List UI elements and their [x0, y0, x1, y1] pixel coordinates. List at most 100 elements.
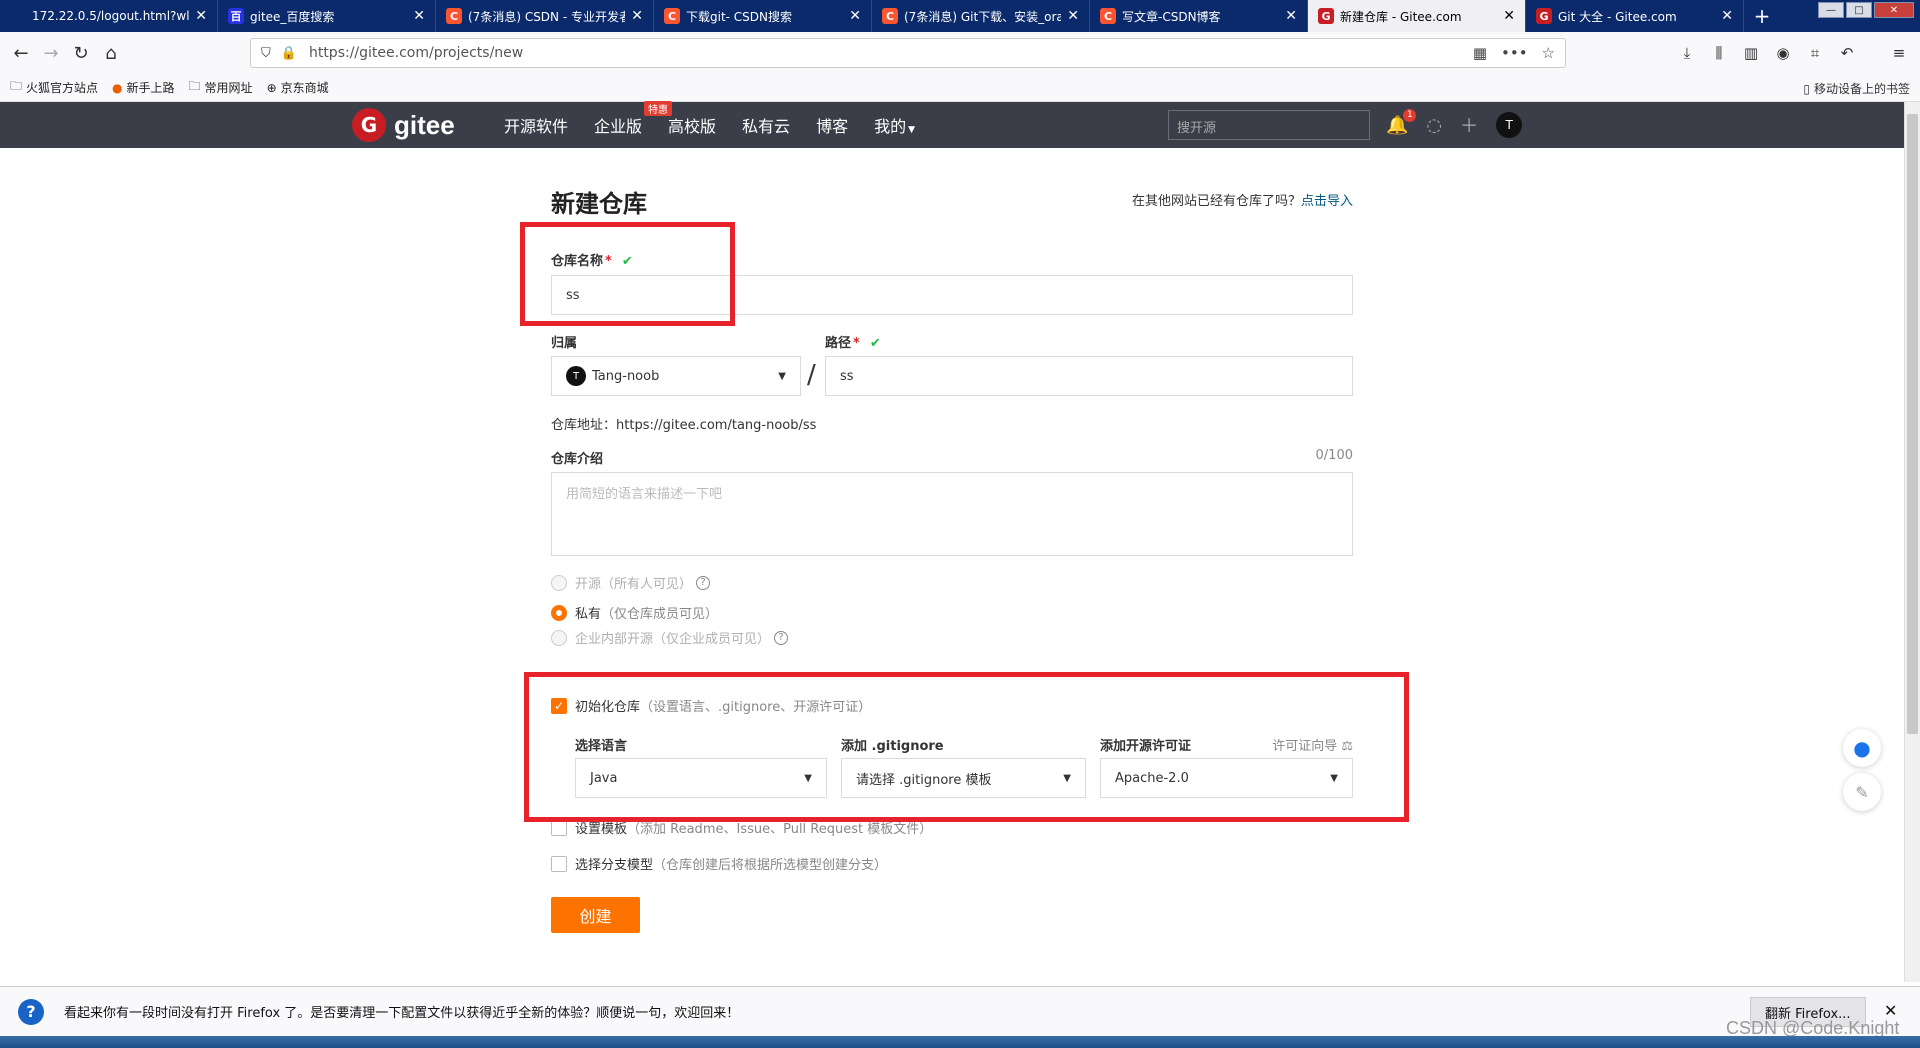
close-icon[interactable]: ✕	[195, 8, 207, 24]
owner-avatar: T	[566, 366, 586, 386]
url-text[interactable]: https://gitee.com/projects/new	[309, 45, 1459, 61]
visibility-private[interactable]: 私有 （仅仓库成员可见）	[551, 603, 718, 622]
scrollbar-thumb[interactable]	[1907, 114, 1918, 734]
user-avatar[interactable]: T	[1496, 112, 1523, 138]
reload-icon[interactable]: ↻	[66, 38, 96, 68]
close-icon[interactable]: ✕	[1067, 8, 1079, 24]
floating-help-button[interactable]: ●	[1843, 729, 1881, 767]
caret-down-icon: ▼	[908, 125, 916, 135]
lock-icon[interactable]: 🔒	[281, 46, 297, 61]
close-icon[interactable]: ✕	[1503, 8, 1515, 24]
sidebar-icon[interactable]: ▥	[1740, 38, 1762, 68]
browser-tab[interactable]: C (7条消息) Git下载、安装_ora ✕	[872, 0, 1090, 32]
browser-tab[interactable]: 百 gitee_百度搜索 ✕	[218, 0, 436, 32]
close-icon[interactable]: ✕	[631, 8, 643, 24]
help-icon[interactable]: ?	[774, 630, 789, 645]
close-icon[interactable]: ✕	[413, 8, 425, 24]
nav-open-source[interactable]: 开源软件	[504, 113, 568, 137]
visibility-internal[interactable]: 企业内部开源 （仅企业成员可见）?	[551, 628, 789, 647]
menu-icon[interactable]: ≡	[1888, 38, 1910, 68]
window-controls: — □ ✕	[1818, 2, 1914, 18]
droplet-icon: ●	[1853, 736, 1871, 760]
download-icon[interactable]: ⤓	[1676, 38, 1698, 68]
new-tab-button[interactable]: +	[1744, 0, 1780, 32]
gitee-logo-text: gitee	[394, 109, 455, 140]
import-hint: 在其他网站已经有仓库了吗？点击导入	[1131, 194, 1353, 209]
plus-icon[interactable]: ＋	[1460, 112, 1478, 138]
nav-university[interactable]: 高校版	[668, 113, 716, 137]
page-actions-icon[interactable]: •••	[1501, 44, 1528, 62]
create-button[interactable]: 创建	[551, 897, 640, 933]
radio-button[interactable]	[551, 629, 567, 646]
tab-title: Git 大全 - Gitee.com	[1558, 9, 1677, 24]
bookmark-star-icon[interactable]: ☆	[1542, 44, 1555, 62]
checkbox[interactable]	[551, 855, 567, 872]
screenshot-icon[interactable]: ⌗	[1804, 38, 1826, 68]
back-icon[interactable]: ←	[6, 38, 36, 68]
page-scrollbar[interactable]	[1904, 102, 1920, 982]
gitee-icon: G	[1536, 8, 1552, 24]
maximize-icon[interactable]: □	[1846, 2, 1872, 18]
folder-icon: 🗀	[188, 79, 201, 93]
mobile-icon: ▯	[1803, 81, 1810, 96]
radio-button-selected[interactable]	[551, 604, 567, 621]
close-icon[interactable]: ✕	[1285, 8, 1297, 24]
shield-icon[interactable]: ⛉	[261, 46, 271, 61]
location-icon[interactable]: ◌	[1426, 115, 1442, 136]
path-label: 路径 * ✔	[825, 336, 881, 351]
header-actions: 🔔 1 ◌ ＋ T	[1386, 102, 1523, 148]
required-mark: *	[853, 336, 860, 351]
owner-label: 归属	[551, 336, 578, 351]
intro-textarea[interactable]: 用简短的语言来描述一下吧	[551, 472, 1353, 556]
radio-button[interactable]	[551, 574, 567, 591]
browser-toolbar: ← → ↻ ⌂ ⛉ 🔒 https://gitee.com/projects/n…	[0, 32, 1920, 74]
gitee-logo[interactable]: G gitee	[352, 108, 455, 142]
forward-icon[interactable]: →	[36, 38, 66, 68]
visibility-public[interactable]: 开源 （所有人可见）?	[551, 573, 711, 592]
browser-tab[interactable]: C (7条消息) CSDN - 专业开发者 ✕	[436, 0, 654, 32]
window-close-icon[interactable]: ✕	[1874, 2, 1914, 18]
gitee-nav: 开源软件 企业版 特惠 高校版 私有云 博客 我的 ▼	[504, 101, 941, 148]
browser-tab[interactable]: 172.22.0.5/logout.html?wlanus ✕	[0, 0, 218, 32]
browser-tab[interactable]: C 写文章-CSDN博客 ✕	[1090, 0, 1308, 32]
bookmark-item[interactable]: 🗀 火狐官方站点	[10, 77, 98, 98]
nav-blog[interactable]: 博客	[816, 113, 848, 137]
tab-title: 172.22.0.5/logout.html?wlanus	[32, 9, 190, 23]
nav-private-cloud[interactable]: 私有云	[742, 113, 790, 137]
gitee-icon: G	[1318, 8, 1334, 24]
help-icon[interactable]: ?	[696, 575, 711, 590]
mobile-bookmarks[interactable]: ▯ 移动设备上的书签	[1803, 80, 1910, 97]
floating-edit-button[interactable]: ✎	[1843, 773, 1881, 811]
owner-select[interactable]: T Tang-noob ▼	[551, 356, 801, 396]
qr-code-icon[interactable]: ▦	[1473, 44, 1487, 62]
question-icon: ?	[18, 998, 44, 1025]
tab-favicon	[10, 8, 26, 24]
path-input[interactable]: ss	[825, 356, 1353, 396]
browser-tab[interactable]: C 下载git- CSDN搜索 ✕	[654, 0, 872, 32]
gitee-logo-icon: G	[352, 108, 386, 142]
library-icon[interactable]: ⫼	[1708, 38, 1730, 68]
account-icon[interactable]: ◉	[1772, 38, 1794, 68]
nav-mine[interactable]: 我的 ▼	[874, 113, 915, 137]
minimize-icon[interactable]: —	[1818, 2, 1844, 18]
csdn-icon: C	[1100, 8, 1116, 24]
bookmark-item[interactable]: ● 新手上路	[112, 79, 175, 96]
bell-icon[interactable]: 🔔 1	[1386, 108, 1417, 136]
import-link[interactable]: 点击导入	[1301, 194, 1353, 209]
browser-tab[interactable]: G Git 大全 - Gitee.com ✕	[1526, 0, 1744, 32]
close-icon[interactable]: ✕	[1721, 8, 1733, 24]
tab-title: 下载git- CSDN搜索	[686, 9, 793, 24]
close-icon[interactable]: ✕	[849, 8, 861, 24]
undo-icon[interactable]: ↶	[1836, 38, 1858, 68]
nav-enterprise[interactable]: 企业版 特惠	[594, 101, 673, 137]
gitee-search-input[interactable]: 搜开源	[1168, 110, 1370, 140]
branch-model-checkbox[interactable]: 选择分支模型 （仓库创建后将根据所选模型创建分支）	[551, 854, 887, 873]
url-bar[interactable]: ⛉ 🔒 https://gitee.com/projects/new ▦ •••…	[250, 38, 1566, 68]
tab-title: 新建仓库 - Gitee.com	[1340, 9, 1462, 24]
home-icon[interactable]: ⌂	[96, 38, 126, 68]
bookmark-item[interactable]: ⊕ 京东商城	[267, 79, 329, 96]
browser-tab-active[interactable]: G 新建仓库 - Gitee.com ✕	[1308, 0, 1526, 32]
globe-icon: ⊕	[266, 80, 277, 95]
bookmark-item[interactable]: 🗀 常用网址	[189, 77, 253, 98]
tab-title: gitee_百度搜索	[250, 9, 335, 24]
